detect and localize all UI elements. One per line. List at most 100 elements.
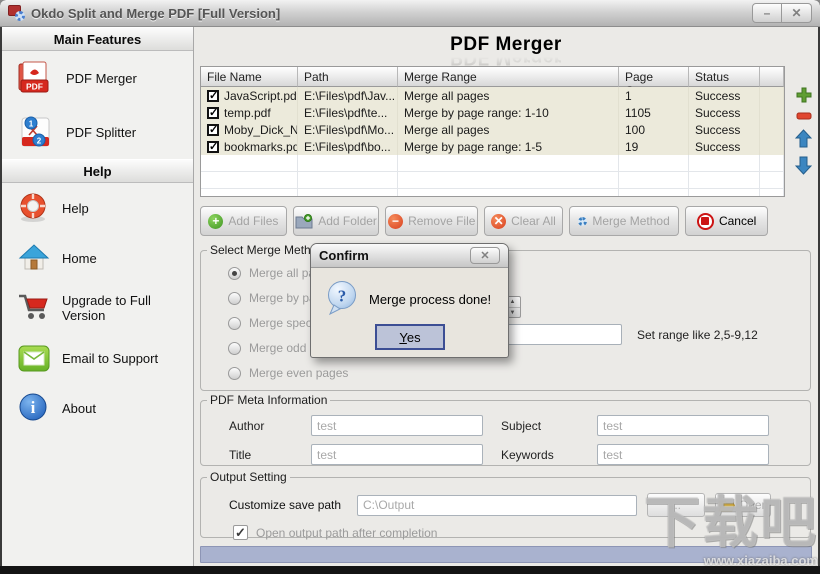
list-action-icons [795, 87, 812, 175]
move-down-icon[interactable] [795, 156, 812, 175]
author-field[interactable] [311, 415, 483, 436]
title-field[interactable] [311, 444, 483, 465]
sidebar-header-main-features: Main Features [2, 27, 193, 51]
sidebar-item-label: About [62, 400, 96, 416]
info-icon: i [17, 392, 51, 424]
table-row[interactable]: ✓ bookmarks.pdf E:\Files\pdf\bo... Merge … [201, 138, 784, 155]
sidebar-item-label: Upgrade to Full Version [62, 293, 151, 323]
cancel-button[interactable]: Cancel [685, 206, 769, 236]
sidebar-item-pdf-splitter[interactable]: 1 2 PDF Splitter [2, 105, 193, 159]
sidebar-item-label: Help [62, 200, 89, 216]
close-button[interactable]: ✕ [782, 3, 812, 23]
dialog-title: Confirm [319, 248, 369, 263]
author-label: Author [229, 418, 265, 433]
email-icon [17, 342, 51, 374]
cell-page-count: 19 [619, 138, 689, 155]
radio-icon[interactable] [228, 291, 241, 305]
cell-page-count: 100 [619, 121, 689, 138]
row-checkbox[interactable]: ✓ [207, 107, 219, 119]
browse-button[interactable]: ... [647, 493, 705, 517]
dialog-close-button[interactable]: ✕ [470, 247, 500, 264]
row-checkbox[interactable]: ✓ [207, 141, 219, 153]
cell-status: Success [689, 104, 760, 121]
sidebar-item-about[interactable]: i About [2, 383, 193, 433]
save-path-input[interactable] [357, 494, 637, 516]
sidebar-item-help[interactable]: Help [2, 183, 193, 233]
yes-button[interactable]: Yes [375, 324, 445, 350]
sidebar-item-label: PDF Splitter [66, 124, 137, 140]
add-folder-button[interactable]: Add Folder [292, 206, 380, 236]
radio-icon[interactable] [228, 316, 241, 330]
sidebar-item-home[interactable]: Home [2, 233, 193, 283]
radio-merge-even-pages[interactable]: Merge even pages [228, 364, 810, 382]
row-checkbox[interactable]: ✓ [207, 124, 219, 136]
checkbox-label: Open output path after completion [256, 525, 438, 540]
cell-path: E:\Files\pdf\Mo... [298, 121, 398, 138]
column-header-status[interactable]: Status [689, 67, 760, 87]
column-header-page-count[interactable]: Page Count [619, 67, 689, 98]
row-checkbox[interactable]: ✓ [207, 90, 219, 102]
radio-icon[interactable] [228, 366, 241, 380]
sidebar-item-pdf-merger[interactable]: PDF PDF Merger [2, 51, 193, 105]
minus-icon: − [388, 213, 404, 229]
move-up-icon[interactable] [795, 129, 812, 148]
cell-file-name: JavaScript.pdf [224, 89, 298, 103]
add-row-icon[interactable] [796, 87, 812, 103]
open-button-label: Open [738, 498, 769, 512]
radio-label: Merge even pages [249, 366, 349, 380]
range-hint-text: Set range like 2,5-9,12 [637, 328, 758, 342]
table-row[interactable]: ✓ temp.pdf E:\Files\pdf\te... Merge by pa… [201, 104, 784, 121]
dialog-message: Merge process done! [369, 292, 492, 307]
cell-merge-range: Merge by page range: 1-5 [398, 138, 619, 155]
open-after-completion-row[interactable]: ✓ Open output path after completion [233, 525, 810, 540]
output-setting-legend: Output Setting [210, 470, 287, 484]
lifebuoy-icon [17, 192, 51, 224]
yes-button-label: Yes [399, 329, 421, 345]
column-header-path[interactable]: Path [298, 67, 398, 87]
title-bar: Okdo Split and Merge PDF [Full Version] … [0, 0, 820, 27]
table-header-row: File Name Path Merge Range Page Count St… [201, 67, 784, 98]
sidebar-item-label: PDF Merger [66, 70, 137, 86]
pdf-splitter-icon: 1 2 [17, 114, 55, 150]
empty-table-row [201, 189, 784, 196]
checkbox-checked-icon[interactable]: ✓ [233, 525, 248, 540]
stop-icon [696, 212, 714, 230]
save-path-label: Customize save path [229, 498, 342, 512]
folder-plus-icon [295, 213, 313, 228]
pdf-meta-group: PDF Meta Information Author Subject Titl… [200, 393, 811, 466]
sidebar-item-email[interactable]: Email to Support [2, 333, 193, 383]
add-files-button[interactable]: + Add Files [200, 206, 287, 236]
minimize-button[interactable]: – [752, 3, 782, 23]
sidebar-item-upgrade[interactable]: Upgrade to Full Version [2, 283, 193, 333]
cell-file-name: temp.pdf [224, 106, 271, 120]
add-files-label: Add Files [228, 214, 279, 228]
gear-icon [578, 216, 588, 226]
progress-bar [200, 546, 812, 563]
keywords-field[interactable] [597, 444, 769, 465]
column-header-filler [760, 67, 784, 87]
empty-table-row [201, 172, 784, 189]
cell-page-count: 1105 [619, 104, 689, 121]
cell-status: Success [689, 121, 760, 138]
home-icon [17, 242, 51, 274]
merge-method-button[interactable]: Merge Method [568, 206, 680, 236]
remove-row-icon[interactable] [796, 111, 812, 121]
merge-method-label: Merge Method [592, 214, 670, 228]
keywords-label: Keywords [501, 447, 554, 462]
column-header-merge-range[interactable]: Merge Range [398, 67, 619, 87]
remove-file-button[interactable]: − Remove File [385, 206, 479, 236]
clear-all-button[interactable]: ✕ Clear All [484, 206, 563, 236]
open-button[interactable]: Open [715, 493, 771, 517]
table-row[interactable]: ✓ JavaScript.pdf E:\Files\pdf\Jav... Merg… [201, 87, 784, 104]
radio-icon[interactable] [228, 341, 241, 355]
cell-file-name: Moby_Dick_N... [224, 123, 298, 137]
svg-text:2: 2 [37, 137, 42, 146]
svg-text:?: ? [338, 287, 347, 306]
table-row[interactable]: ✓ Moby_Dick_N... E:\Files\pdf\Mo... Merge… [201, 121, 784, 138]
svg-text:PDF: PDF [26, 82, 43, 92]
column-header-file-name[interactable]: File Name [201, 67, 298, 87]
window-title: Okdo Split and Merge PDF [Full Version] [31, 5, 281, 21]
subject-field[interactable] [597, 415, 769, 436]
radio-icon[interactable] [228, 266, 241, 280]
cell-status: Success [689, 138, 760, 155]
